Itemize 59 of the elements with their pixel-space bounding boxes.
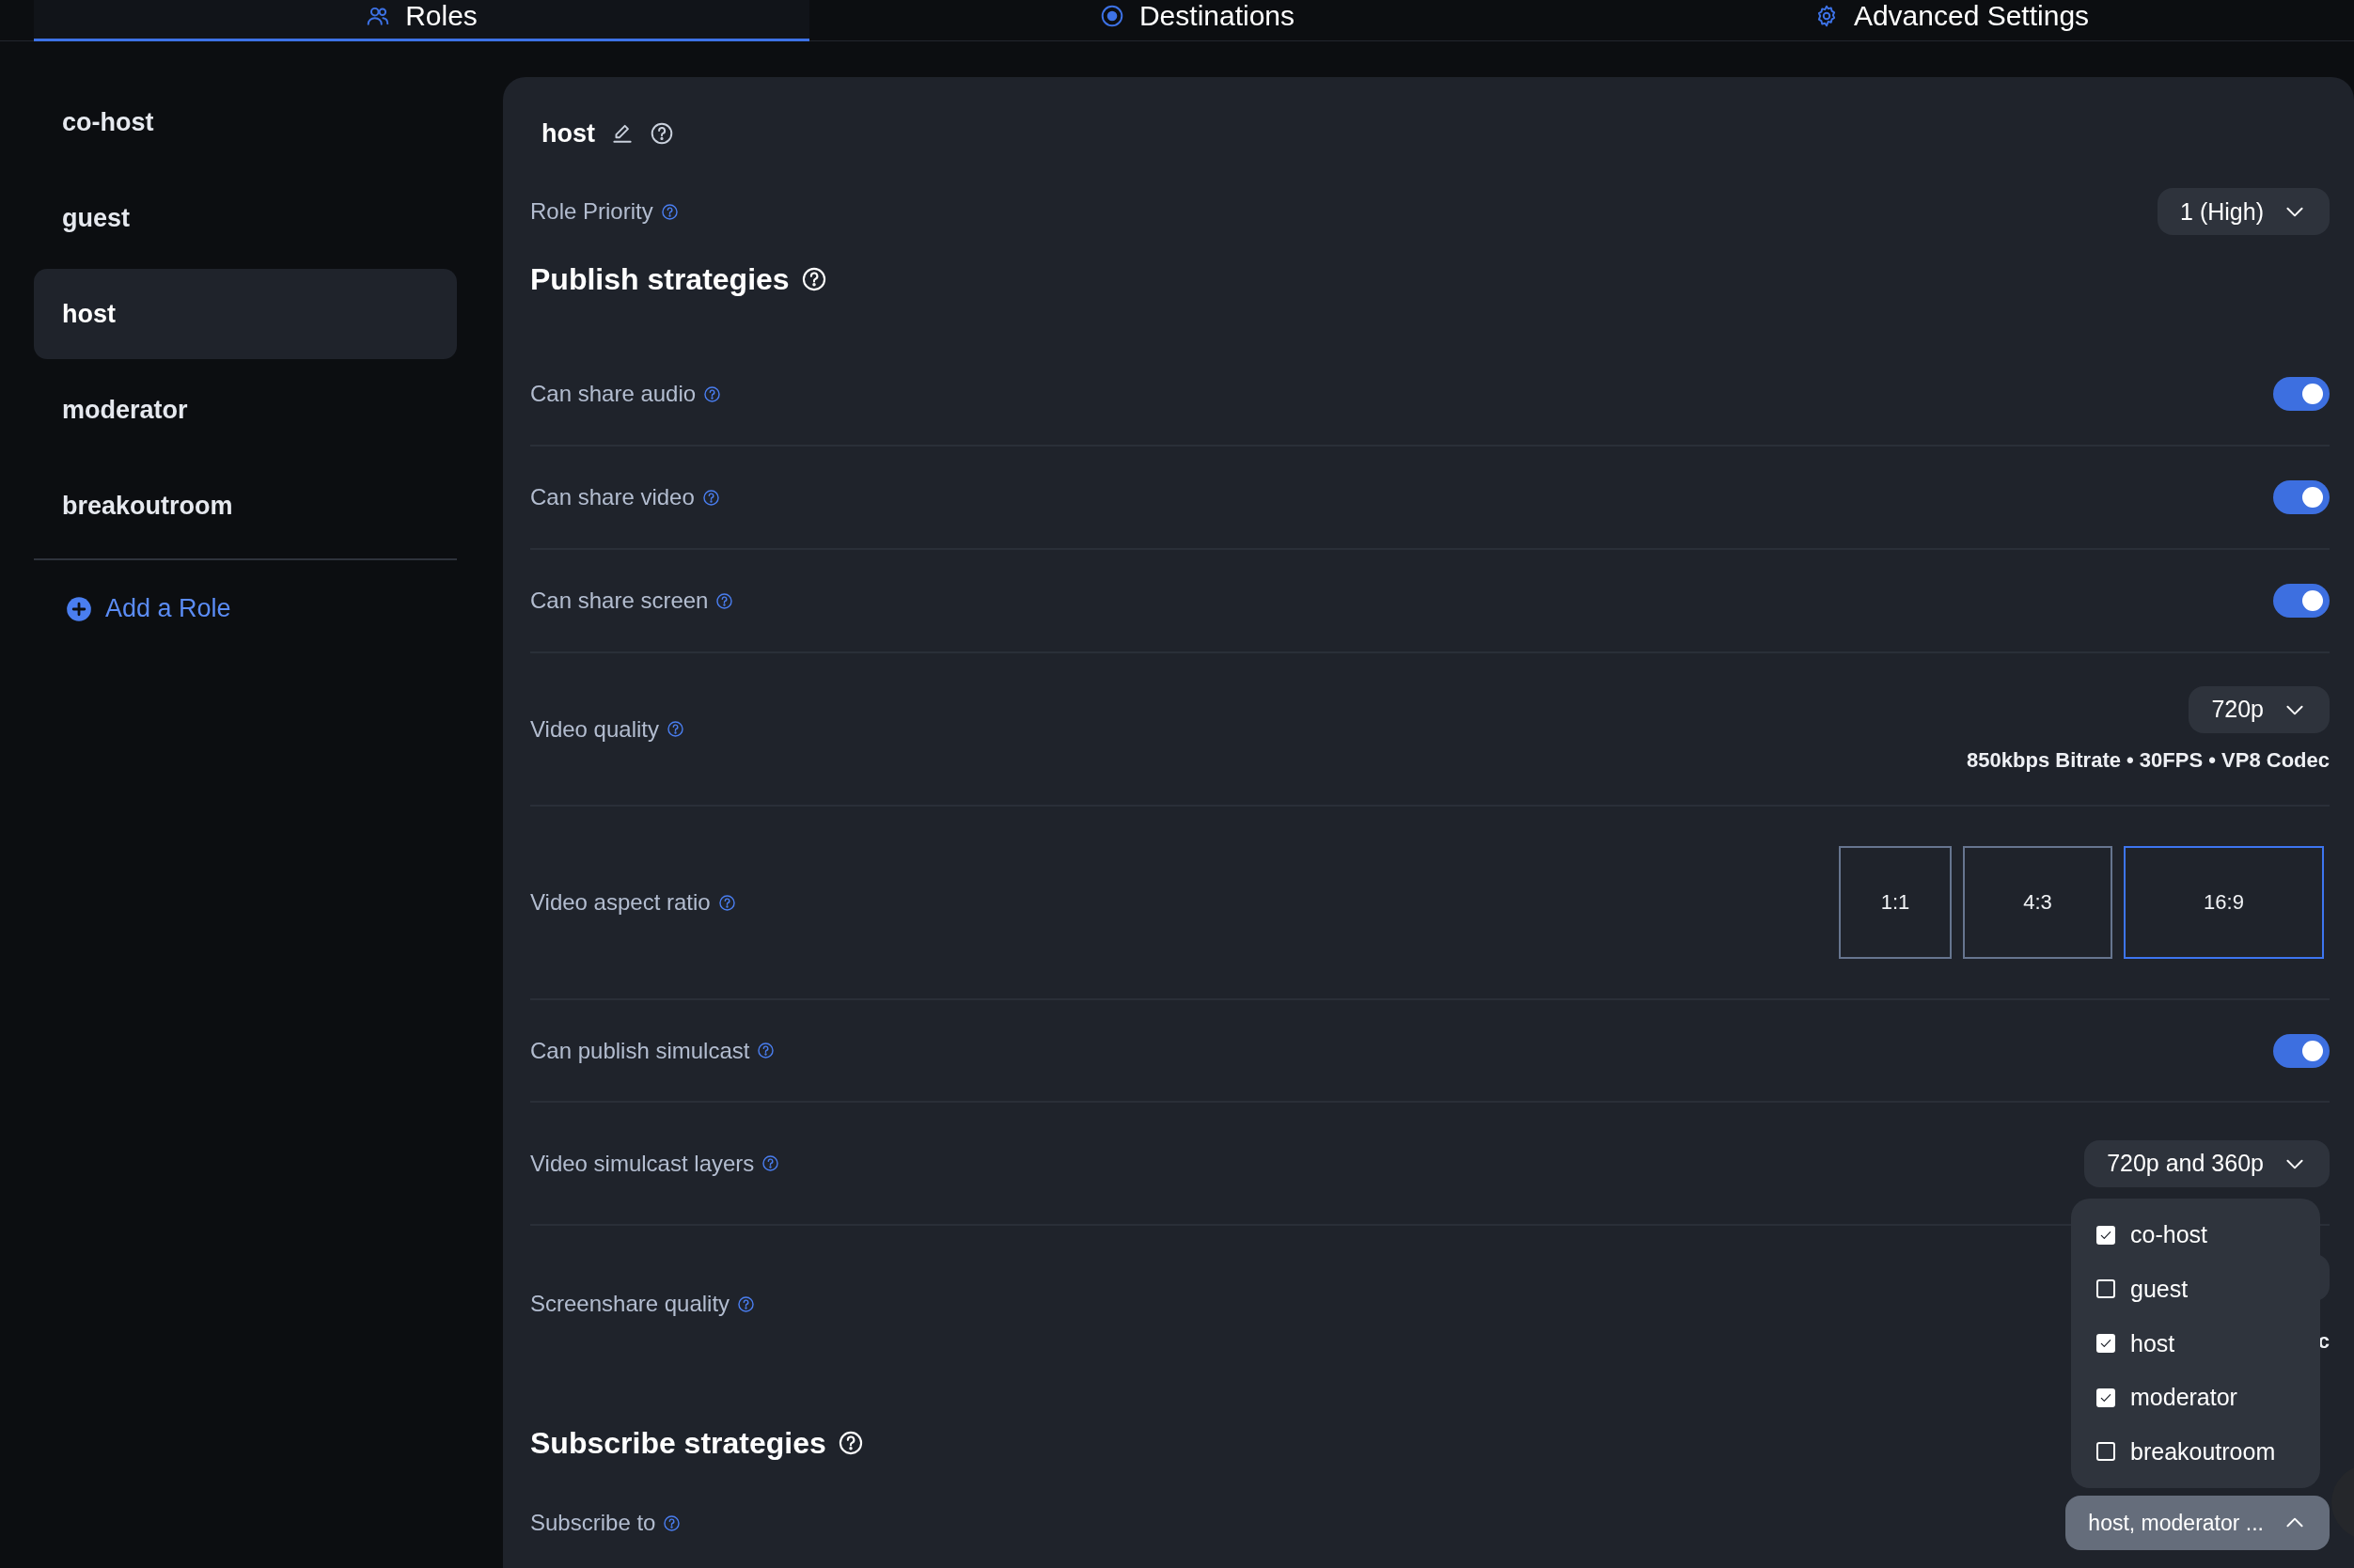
- checkbox[interactable]: [2096, 1442, 2115, 1462]
- toggle-switch[interactable]: [2273, 584, 2330, 618]
- quality-dropdown[interactable]: 720p and 360p: [2084, 1139, 2330, 1187]
- role-option[interactable]: moderator: [2071, 1370, 2320, 1425]
- plus-circle-icon: [66, 595, 92, 622]
- setting-label: Can share audio: [530, 381, 697, 407]
- help-icon: [667, 720, 684, 738]
- help-icon: [703, 384, 722, 403]
- role-option[interactable]: co-host: [2071, 1208, 2320, 1262]
- aspect-ratio-option[interactable]: 4:3: [1963, 846, 2112, 959]
- role-item[interactable]: host: [34, 269, 457, 359]
- help-icon: [757, 1042, 776, 1059]
- help-icon: [650, 121, 674, 146]
- role-option[interactable]: host: [2071, 1316, 2320, 1371]
- help-icon: [701, 488, 720, 507]
- checkbox[interactable]: [2096, 1334, 2115, 1353]
- quality-caption: 850kbps Bitrate • 30FPS • VP8 Codec: [1967, 747, 2330, 773]
- quality-dropdown[interactable]: 720p: [2189, 685, 2330, 733]
- aspect-ratio-option[interactable]: 16:9: [2124, 846, 2324, 959]
- aspect-ratio-option[interactable]: 1:1: [1839, 846, 1952, 959]
- checkbox[interactable]: [2096, 1279, 2115, 1299]
- priority-dropdown[interactable]: 1 (High): [2158, 188, 2330, 235]
- tab[interactable]: Advanced Settings: [1585, 0, 2318, 40]
- setting-label: Screenshare quality: [530, 1291, 730, 1317]
- subscribe-dropdown[interactable]: host, moderator ...: [2065, 1496, 2330, 1550]
- section-heading: Subscribe strategies: [530, 1425, 826, 1461]
- role-option[interactable]: breakoutroom: [2071, 1424, 2320, 1479]
- setting-label: Can share screen: [530, 588, 709, 614]
- help-icon: [800, 266, 827, 292]
- radio-button-icon: [1099, 4, 1124, 28]
- help-icon: [737, 1294, 756, 1313]
- setting-label: Subscribe to: [530, 1510, 656, 1536]
- help-icon: [761, 1154, 780, 1172]
- setting-label: Video aspect ratio: [530, 889, 711, 916]
- add-role-button[interactable]: Add a Role: [34, 594, 263, 623]
- toggle-switch[interactable]: [2273, 377, 2330, 411]
- tab[interactable]: Roles: [34, 0, 809, 41]
- help-icon: [837, 1430, 864, 1456]
- role-item[interactable]: guest: [34, 170, 457, 266]
- help-icon: [715, 591, 734, 610]
- role-option[interactable]: guest: [2071, 1262, 2320, 1317]
- setting-label: Can publish simulcast: [530, 1037, 750, 1064]
- help-icon: [660, 202, 679, 221]
- role-item[interactable]: breakoutroom: [34, 458, 457, 554]
- section-heading: Publish strategies: [530, 261, 790, 297]
- setting-label: Role Priority: [530, 198, 653, 225]
- toggle-switch[interactable]: [2273, 480, 2330, 514]
- setting-label: Video simulcast layers: [530, 1150, 755, 1177]
- help-icon: [717, 893, 736, 912]
- setting-label: Can share video: [530, 484, 695, 510]
- role-item[interactable]: moderator: [34, 362, 457, 458]
- checkbox[interactable]: [2096, 1388, 2115, 1407]
- checkbox[interactable]: [2096, 1225, 2115, 1245]
- help-icon: [663, 1513, 682, 1532]
- tab[interactable]: Destinations: [809, 0, 1585, 40]
- toggle-switch[interactable]: [2273, 1033, 2330, 1068]
- role-name: host: [541, 118, 595, 149]
- role-item[interactable]: co-host: [34, 74, 457, 170]
- setting-label: Video quality: [530, 715, 659, 743]
